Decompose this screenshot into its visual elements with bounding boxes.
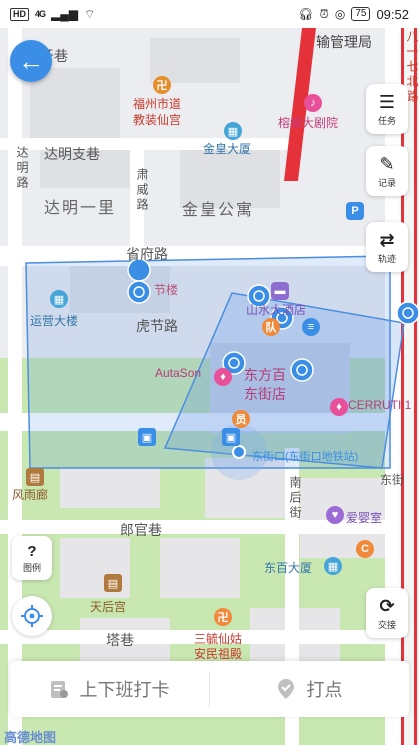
- poi-label: 节楼: [154, 283, 179, 297]
- poi-label: 榕城大剧院: [278, 116, 339, 130]
- poi-yuan-icon: 员: [232, 410, 250, 428]
- battery-level: 75: [351, 7, 371, 21]
- poi-dui-icon: 队: [262, 318, 280, 336]
- theater-icon: ♪: [304, 94, 322, 112]
- baby-shop-icon: ♥: [326, 506, 344, 524]
- task-list-icon: ☰: [378, 91, 396, 112]
- clipboard-icon: [50, 681, 68, 698]
- street-label: 东街: [380, 473, 405, 487]
- street-label: 虎节路: [136, 318, 178, 334]
- street-label: 达明一里: [44, 200, 117, 217]
- wifi-icon: ⌔: [83, 6, 96, 21]
- track-button[interactable]: ⇄ 轨迹: [366, 222, 408, 272]
- poi-label: 东百大厦: [264, 561, 313, 575]
- user-location-dot: [232, 445, 246, 459]
- building-icon: ▦: [50, 290, 68, 308]
- street-label: 肃威路: [135, 168, 149, 213]
- street-label: 郎官巷: [120, 522, 162, 538]
- poi-label: 金皇大厦: [203, 142, 252, 156]
- headset-icon: 🎧︎: [298, 7, 314, 21]
- location-pin-icon: [277, 679, 294, 699]
- poi-label: 福州市道 教装仙宫: [133, 97, 182, 127]
- swap-icon: ⟳: [379, 595, 395, 616]
- poi-label: 山水大酒店: [246, 303, 307, 317]
- hotel-icon: ▬: [271, 282, 289, 300]
- poi-label: 东街口(东街口地铁站): [252, 451, 359, 463]
- locate-button[interactable]: [12, 596, 52, 636]
- poi-label: AutaSon: [155, 366, 202, 380]
- tasks-button[interactable]: ☰ 任务: [366, 84, 408, 134]
- clock: 09:52: [376, 6, 409, 22]
- alarm-icon: ⏰︎: [319, 6, 329, 21]
- street-label: 达明支巷: [44, 146, 100, 162]
- poi-label: 风雨廊: [12, 488, 49, 502]
- clock-in-label: 上下班打卡: [79, 680, 170, 700]
- swap-label: 交接: [377, 619, 396, 630]
- bank-icon: ≡: [302, 318, 320, 336]
- bus-stop-icon: ▣: [138, 428, 156, 446]
- checkin-label: 打点: [306, 680, 343, 700]
- temple-icon: 卍: [214, 608, 232, 626]
- poi-c-icon: C: [356, 540, 374, 558]
- poi-label: 三毓仙姑 安民祖殿: [194, 632, 243, 661]
- crosshair-icon: [21, 605, 43, 627]
- tasks-label: 任务: [377, 115, 396, 126]
- legend-label: 图例: [22, 562, 41, 573]
- route-icon: ⇄: [379, 229, 395, 250]
- shop-icon: ♦: [330, 398, 348, 416]
- location-status-icon: ◎: [334, 7, 346, 21]
- street-label: 省府路: [126, 246, 168, 262]
- poi-label: 天后宫: [90, 600, 127, 614]
- legend-button[interactable]: ? 图例: [12, 536, 52, 580]
- map-watermark: 高德地图: [4, 730, 57, 745]
- temple-icon: 卍: [153, 76, 171, 94]
- building-icon: ▦: [224, 122, 242, 140]
- bottom-action-bar: 上下班打卡 打点: [10, 661, 409, 717]
- hd-indicator: HD: [10, 7, 29, 21]
- poi-label: 爱婴室: [346, 511, 383, 525]
- street-label: 塔巷: [106, 632, 134, 648]
- records-label: 记录: [377, 177, 396, 188]
- network-type: 4G: [35, 9, 46, 19]
- poi-label: CERRUTI 1: [348, 398, 412, 412]
- landmark-icon: ▤: [104, 574, 122, 592]
- clock-in-button[interactable]: 上下班打卡: [10, 661, 209, 717]
- bus-stop-icon: ▣: [222, 428, 240, 446]
- edit-icon: ✎: [379, 153, 395, 174]
- poi-label: 输管理局: [316, 34, 372, 50]
- parking-icon: P: [346, 202, 364, 220]
- help-icon: ?: [27, 542, 37, 560]
- back-button[interactable]: ←: [10, 40, 52, 82]
- poi-label: 运营大楼: [30, 314, 79, 328]
- signal-icon: ▂▄▆: [51, 7, 78, 21]
- poi-label: 东方百 东街店: [244, 367, 286, 402]
- arrow-left-icon: ←: [18, 45, 44, 76]
- landmark-icon: ▤: [26, 468, 44, 486]
- checkin-button[interactable]: 打点: [210, 661, 409, 717]
- swap-button[interactable]: ⟳ 交接: [366, 588, 408, 638]
- records-button[interactable]: ✎ 记录: [366, 146, 408, 196]
- shop-icon: ♦: [214, 368, 232, 386]
- street-label: 达明路: [15, 146, 29, 191]
- street-label: 南后街: [288, 476, 302, 521]
- building-icon: ▦: [324, 557, 342, 575]
- status-bar: HD 4G ▂▄▆ ⌔ 🎧︎ ⏰︎ ◎ 75 09:52: [0, 0, 419, 28]
- map-view[interactable]: 牙巷 达明路 达明支巷 达明一里 肃威路 省府路 虎节路 郎官巷 塔巷 南后街 …: [0, 28, 419, 745]
- poi-label: 金皇公寓: [182, 202, 255, 219]
- track-label: 轨迹: [377, 253, 396, 264]
